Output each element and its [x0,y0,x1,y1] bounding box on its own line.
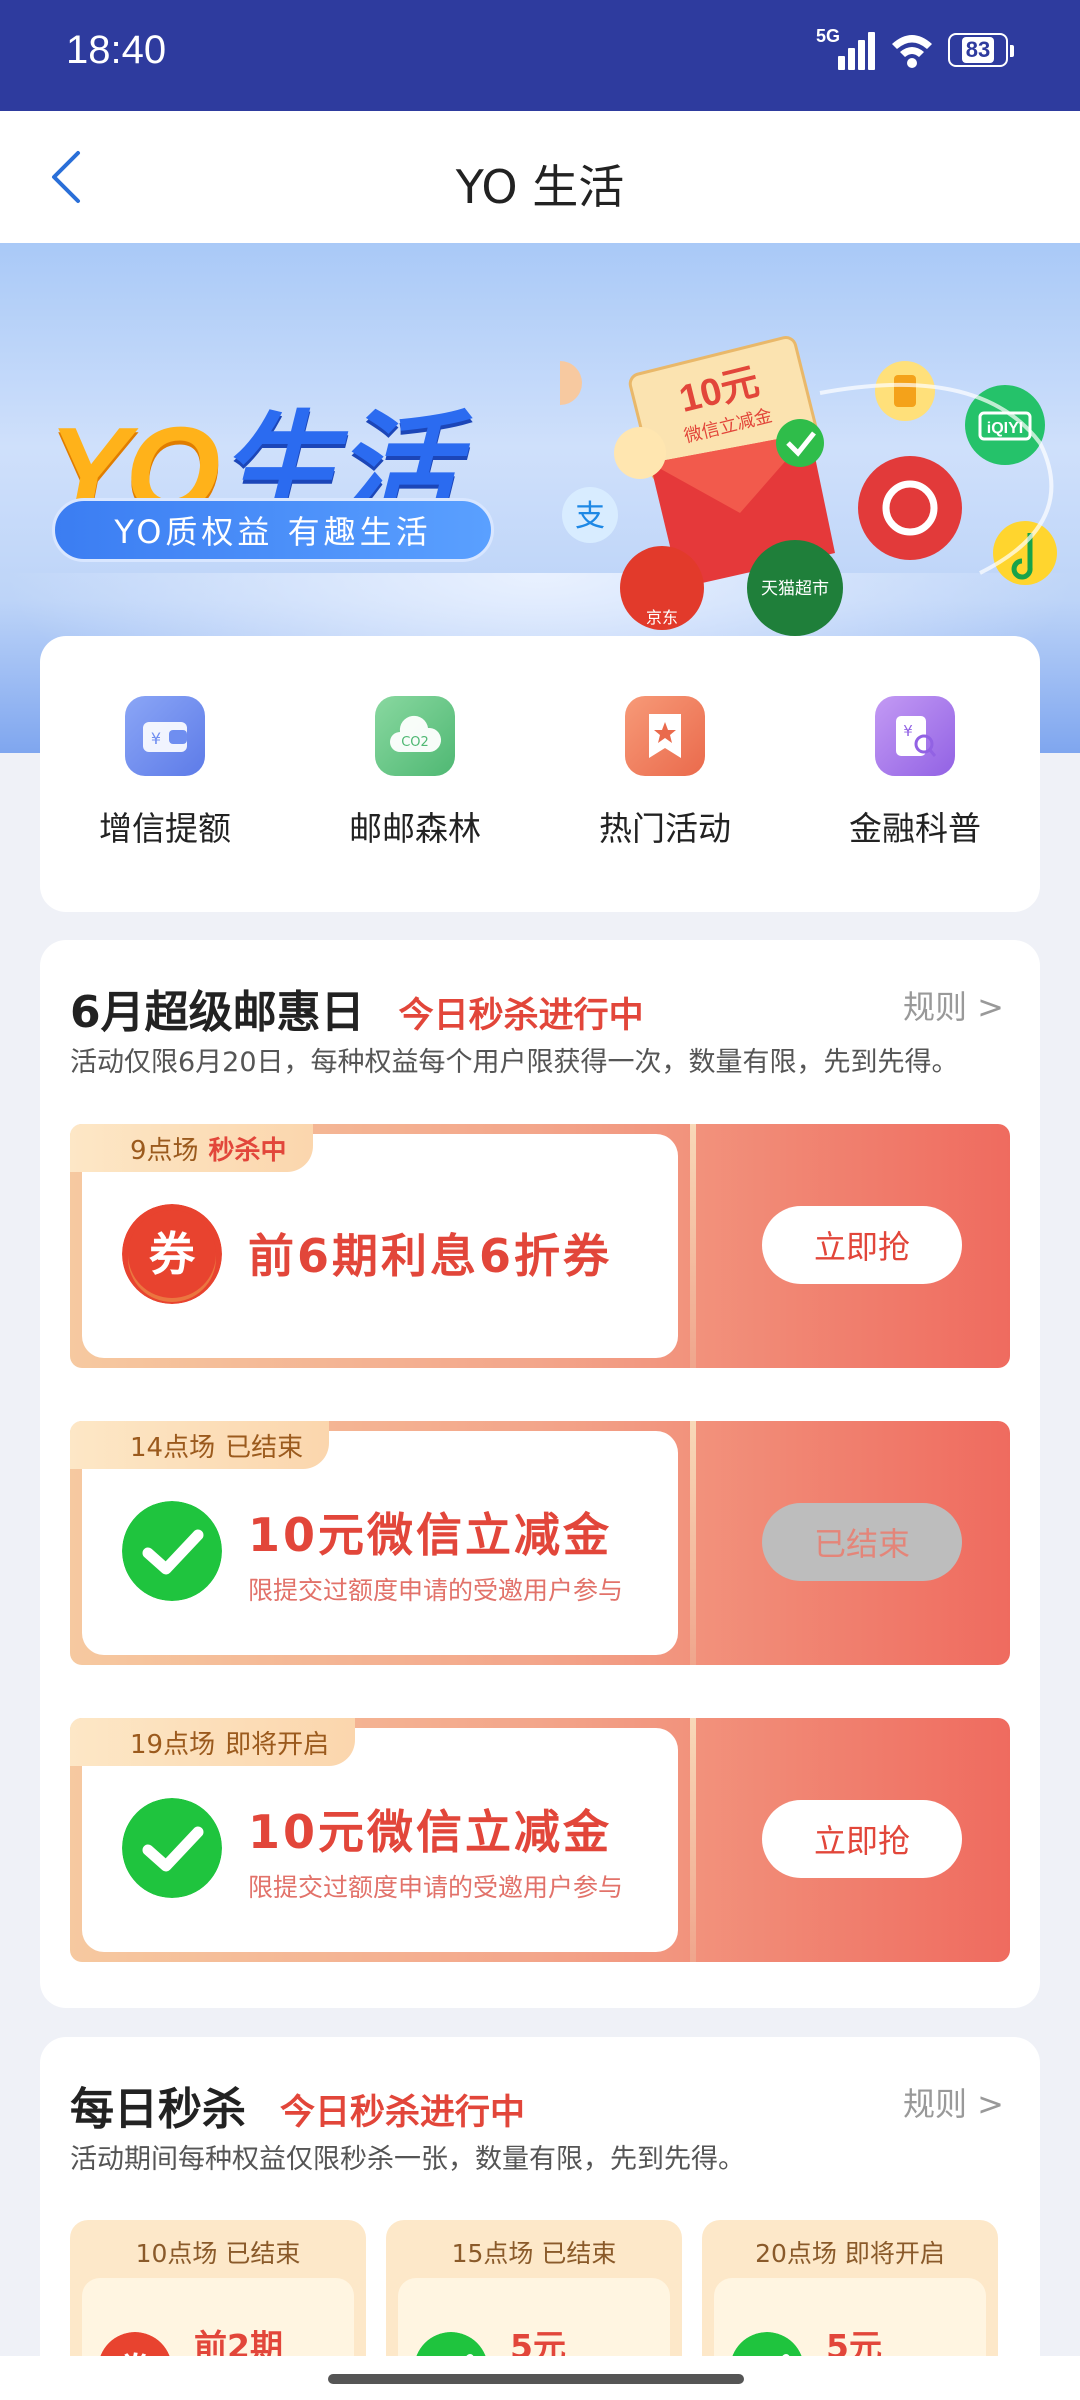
session-tag: 19点场 即将开启 [70,1718,356,1766]
svg-text:券: 券 [149,1227,196,1281]
battery-level: 83 [961,37,995,63]
card-subtitle: 今日秒杀进行中 [398,996,644,1036]
quick-item-label: 金融科普 [849,809,981,848]
banner-slogan: YO质权益 有趣生活 [52,498,494,562]
svg-text:天猫超市: 天猫超市 [761,579,829,599]
quick-item-label: 热门活动 [599,809,731,848]
svg-text:¥: ¥ [903,722,913,740]
svg-text:CO2: CO2 [401,735,429,750]
battery-icon: 83 [948,33,1014,67]
quick-item-forest[interactable]: CO2 邮邮森林 [305,696,525,912]
ended-button[interactable]: 已结束 [762,1503,962,1581]
card-description: 活动仅限6月20日，每种权益每个用户限获得一次，数量有限，先到先得。 [70,1047,959,1078]
grab-button[interactable]: 立即抢 [762,1800,962,1878]
quick-item-events[interactable]: 热门活动 [555,696,775,912]
wallet-icon: ¥ [125,696,205,776]
document-search-icon: ¥ [875,696,955,776]
svg-text:iQIYI: iQIYI [987,420,1023,437]
bookmark-star-icon [625,696,705,776]
card-header: 每日秒杀 今日秒杀进行中 [70,2073,525,2137]
status-bar: 18:40 5G 83 [0,0,1080,111]
deal-item: 14点场 已结束 10元微信立减金 限提交过额度申请的受邀用户参与 已结束 [70,1421,1010,1665]
card-subtitle: 今日秒杀进行中 [280,2093,526,2133]
session-tag: 14点场 已结束 [70,1421,330,1469]
grab-button[interactable]: 立即抢 [762,1206,962,1284]
quick-menu: ¥ 增信提额 CO2 邮邮森林 热门活动 ¥ 金融科普 [40,636,1040,912]
home-indicator[interactable] [328,2374,744,2384]
daily-flash-card: 每日秒杀 今日秒杀进行中 规则 > 活动期间每种权益仅限秒杀一张，数量有限，先到… [40,2037,1040,2400]
deal-name: 前6期利息6折券 [248,1229,613,1283]
session-tag: 20点场 即将开启 [755,2239,945,2268]
card-header: 6月超级邮惠日 今日秒杀进行中 [70,976,644,1040]
super-day-card: 6月超级邮惠日 今日秒杀进行中 规则 > 活动仅限6月20日，每种权益每个用户限… [40,940,1040,2008]
session-tag: 10点场 已结束 [135,2239,301,2268]
svg-text:¥: ¥ [151,729,161,748]
status-time: 18:40 [66,28,167,72]
quick-item-label: 邮邮森林 [349,809,481,848]
card-title: 6月超级邮惠日 [70,987,365,1038]
quick-item-label: 增信提额 [99,809,231,848]
svg-text:京东: 京东 [646,608,678,627]
deal-name: 10元微信立减金 [248,1805,613,1859]
status-icons: 5G 83 [816,26,1014,70]
page-title: YO 生活 [455,160,625,214]
rules-link[interactable]: 规则 > [903,982,1004,1028]
nav-bar: YO 生活 [0,111,1080,243]
session-tag: 9点场 秒杀中 [70,1124,313,1172]
deal-item: 19点场 即将开启 10元微信立减金 限提交过额度申请的受邀用户参与 立即抢 [70,1718,1010,1962]
coupon-icon: 券 [122,1204,222,1304]
card-description: 活动期间每种权益仅限秒杀一张，数量有限，先到先得。 [70,2144,745,2175]
quick-item-credit[interactable]: ¥ 增信提额 [55,696,275,912]
card-title: 每日秒杀 [70,2084,246,2135]
svg-text:支: 支 [575,499,605,534]
rules-link[interactable]: 规则 > [903,2079,1004,2125]
deal-note: 限提交过额度申请的受邀用户参与 [248,1576,624,1605]
wechat-icon [122,1501,222,1601]
deal-name: 10元微信立减金 [248,1508,613,1562]
cellular-signal-icon: 5G [816,26,876,70]
network-type: 5G [816,26,841,46]
quick-item-finance[interactable]: ¥ 金融科普 [805,696,1025,912]
wifi-icon [892,35,932,68]
wechat-icon [122,1798,222,1898]
rewards-illustration: 10元 微信立减金 天猫超市 京东 支 iQIYI [560,336,1057,636]
session-tag: 15点场 已结束 [451,2239,617,2268]
deal-note: 限提交过额度申请的受邀用户参与 [248,1873,624,1902]
cloud-co2-icon: CO2 [375,696,455,776]
deal-item: 9点场 秒杀中 券 前6期利息6折券 立即抢 [70,1124,1010,1368]
